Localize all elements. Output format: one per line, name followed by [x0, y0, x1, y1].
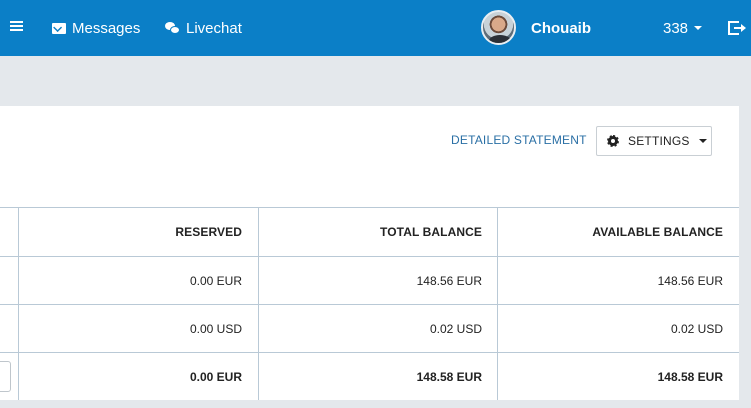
chevron-down-icon [694, 26, 703, 30]
top-navbar: Messages Livechat Chouaib 338 [0, 0, 751, 56]
reserved-total-cell: 0.00 EUR [189, 369, 242, 384]
total-balance-cell: 0.02 USD [429, 321, 482, 336]
counter-dropdown[interactable]: 338 [663, 0, 703, 56]
reserved-cell: 0.00 EUR [189, 273, 242, 288]
table-row: 0.00 EUR 148.56 EUR 148.56 EUR [0, 256, 739, 304]
settings-button[interactable]: SETTINGS [596, 126, 712, 156]
logout-icon[interactable] [728, 0, 746, 56]
available-balance-cell: 0.02 USD [670, 321, 723, 336]
available-balance-cell: 148.56 EUR [657, 273, 723, 288]
chevron-down-icon [698, 139, 707, 143]
column-header-total-balance: TOTAL BALANCE [380, 225, 482, 239]
detailed-statement-link[interactable]: DETAILED STATEMENT [451, 133, 587, 147]
gear-icon [607, 135, 619, 147]
settings-label: SETTINGS [628, 134, 690, 148]
envelope-icon [52, 22, 66, 34]
counter-value: 338 [663, 19, 689, 37]
column-header-available-balance: AVAILABLE BALANCE [592, 225, 723, 239]
total-balance-cell: 148.56 EUR [416, 273, 482, 288]
table-total-row: 0.00 EUR 148.58 EUR 148.58 EUR [0, 352, 739, 400]
table-row: 0.00 USD 0.02 USD 0.02 USD [0, 304, 739, 352]
column-divider [18, 207, 19, 400]
balance-card: DETAILED STATEMENT SETTINGS RESERVED TOT… [0, 106, 739, 400]
column-divider [497, 207, 498, 400]
livechat-link[interactable]: Livechat [165, 0, 242, 56]
available-balance-total-cell: 148.58 EUR [657, 369, 723, 384]
total-balance-total-cell: 148.58 EUR [416, 369, 482, 384]
avatar[interactable] [481, 10, 516, 45]
column-divider [258, 207, 259, 400]
messages-label: Messages [72, 19, 141, 37]
table-header-row: RESERVED TOTAL BALANCE AVAILABLE BALANCE [0, 207, 739, 256]
currency-select[interactable] [0, 361, 11, 392]
user-name[interactable]: Chouaib [531, 0, 591, 56]
reserved-cell: 0.00 USD [189, 321, 242, 336]
messages-link[interactable]: Messages [52, 0, 140, 56]
column-header-reserved: RESERVED [175, 225, 242, 239]
livechat-label: Livechat [186, 19, 242, 37]
menu-icon[interactable] [10, 0, 24, 56]
chat-icon [165, 22, 180, 34]
